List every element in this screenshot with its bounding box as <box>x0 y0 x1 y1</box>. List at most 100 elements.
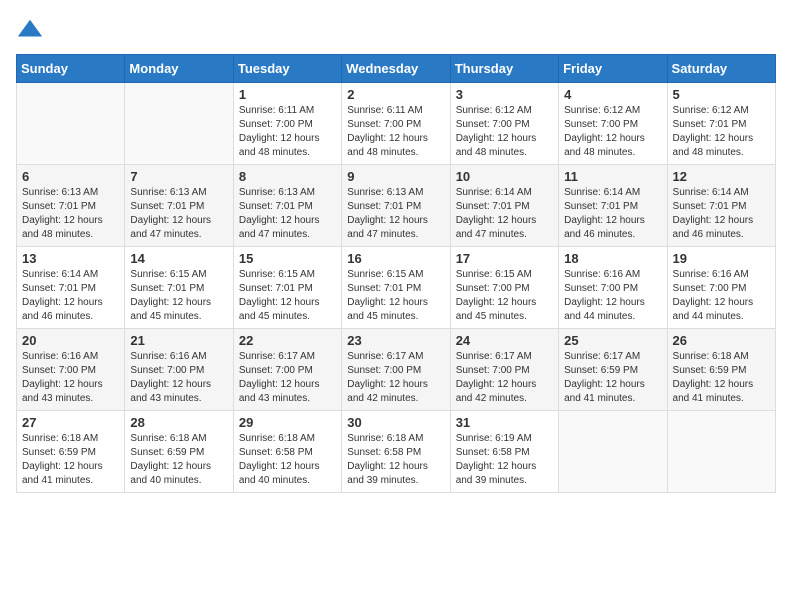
day-info: Sunrise: 6:16 AMSunset: 7:00 PMDaylight:… <box>22 350 119 406</box>
day-number: 21 <box>130 333 227 348</box>
calendar-week-2: 6 Sunrise: 6:13 AMSunset: 7:01 PMDaylight… <box>17 165 776 247</box>
header-monday: Monday <box>125 55 233 83</box>
day-info: Sunrise: 6:11 AMSunset: 7:00 PMDaylight:… <box>347 104 444 160</box>
day-number: 23 <box>347 333 444 348</box>
calendar-cell <box>17 83 125 165</box>
day-number: 26 <box>673 333 770 348</box>
day-info: Sunrise: 6:13 AMSunset: 7:01 PMDaylight:… <box>130 186 227 242</box>
day-number: 10 <box>456 169 553 184</box>
day-number: 31 <box>456 415 553 430</box>
day-number: 24 <box>456 333 553 348</box>
day-info: Sunrise: 6:13 AMSunset: 7:01 PMDaylight:… <box>347 186 444 242</box>
calendar-cell <box>125 83 233 165</box>
calendar-cell: 22 Sunrise: 6:17 AMSunset: 7:00 PMDayligh… <box>233 329 341 411</box>
day-number: 19 <box>673 251 770 266</box>
day-number: 6 <box>22 169 119 184</box>
calendar-cell: 17 Sunrise: 6:15 AMSunset: 7:00 PMDayligh… <box>450 247 558 329</box>
day-number: 15 <box>239 251 336 266</box>
day-number: 4 <box>564 87 661 102</box>
calendar-cell: 26Sunrise: 6:18 AMSunset: 6:59 PMDayligh… <box>667 329 775 411</box>
calendar-week-5: 27 Sunrise: 6:18 AMSunset: 6:59 PMDayligh… <box>17 411 776 493</box>
day-number: 30 <box>347 415 444 430</box>
calendar-cell: 1 Sunrise: 6:11 AMSunset: 7:00 PMDaylight… <box>233 83 341 165</box>
day-info: Sunrise: 6:15 AMSunset: 7:00 PMDaylight:… <box>456 268 553 324</box>
calendar-cell: 27 Sunrise: 6:18 AMSunset: 6:59 PMDayligh… <box>17 411 125 493</box>
day-info: Sunrise: 6:13 AMSunset: 7:01 PMDaylight:… <box>22 186 119 242</box>
calendar-cell: 18 Sunrise: 6:16 AMSunset: 7:00 PMDayligh… <box>559 247 667 329</box>
day-number: 14 <box>130 251 227 266</box>
day-info: Sunrise: 6:14 AMSunset: 7:01 PMDaylight:… <box>22 268 119 324</box>
calendar-cell: 10 Sunrise: 6:14 AMSunset: 7:01 PMDayligh… <box>450 165 558 247</box>
calendar-cell: 7Sunrise: 6:13 AMSunset: 7:01 PMDaylight… <box>125 165 233 247</box>
calendar-cell: 24 Sunrise: 6:17 AMSunset: 7:00 PMDayligh… <box>450 329 558 411</box>
day-number: 25 <box>564 333 661 348</box>
day-info: Sunrise: 6:14 AMSunset: 7:01 PMDaylight:… <box>673 186 770 242</box>
day-info: Sunrise: 6:18 AMSunset: 6:58 PMDaylight:… <box>239 432 336 488</box>
header-friday: Friday <box>559 55 667 83</box>
day-number: 9 <box>347 169 444 184</box>
page-header <box>16 16 776 44</box>
calendar-cell: 14 Sunrise: 6:15 AMSunset: 7:01 PMDayligh… <box>125 247 233 329</box>
day-number: 1 <box>239 87 336 102</box>
calendar-cell: 23Sunrise: 6:17 AMSunset: 7:00 PMDayligh… <box>342 329 450 411</box>
day-info: Sunrise: 6:16 AMSunset: 7:00 PMDaylight:… <box>564 268 661 324</box>
calendar-cell: 16 Sunrise: 6:15 AMSunset: 7:01 PMDayligh… <box>342 247 450 329</box>
header-saturday: Saturday <box>667 55 775 83</box>
day-info: Sunrise: 6:15 AMSunset: 7:01 PMDaylight:… <box>239 268 336 324</box>
logo <box>16 16 48 44</box>
calendar-cell: 3 Sunrise: 6:12 AMSunset: 7:00 PMDaylight… <box>450 83 558 165</box>
day-info: Sunrise: 6:17 AMSunset: 6:59 PMDaylight:… <box>564 350 661 406</box>
calendar-cell: 30Sunrise: 6:18 AMSunset: 6:58 PMDayligh… <box>342 411 450 493</box>
calendar-header-row: SundayMondayTuesdayWednesdayThursdayFrid… <box>17 55 776 83</box>
day-number: 29 <box>239 415 336 430</box>
day-number: 3 <box>456 87 553 102</box>
day-number: 27 <box>22 415 119 430</box>
day-number: 18 <box>564 251 661 266</box>
day-info: Sunrise: 6:12 AMSunset: 7:00 PMDaylight:… <box>456 104 553 160</box>
day-number: 28 <box>130 415 227 430</box>
day-number: 17 <box>456 251 553 266</box>
day-info: Sunrise: 6:11 AMSunset: 7:00 PMDaylight:… <box>239 104 336 160</box>
calendar-cell: 9 Sunrise: 6:13 AMSunset: 7:01 PMDaylight… <box>342 165 450 247</box>
day-info: Sunrise: 6:13 AMSunset: 7:01 PMDaylight:… <box>239 186 336 242</box>
calendar-week-3: 13 Sunrise: 6:14 AMSunset: 7:01 PMDayligh… <box>17 247 776 329</box>
day-number: 8 <box>239 169 336 184</box>
day-number: 22 <box>239 333 336 348</box>
day-info: Sunrise: 6:15 AMSunset: 7:01 PMDaylight:… <box>130 268 227 324</box>
day-number: 16 <box>347 251 444 266</box>
day-number: 13 <box>22 251 119 266</box>
calendar-cell: 20Sunrise: 6:16 AMSunset: 7:00 PMDayligh… <box>17 329 125 411</box>
day-info: Sunrise: 6:17 AMSunset: 7:00 PMDaylight:… <box>239 350 336 406</box>
day-info: Sunrise: 6:19 AMSunset: 6:58 PMDaylight:… <box>456 432 553 488</box>
day-info: Sunrise: 6:15 AMSunset: 7:01 PMDaylight:… <box>347 268 444 324</box>
calendar-table: SundayMondayTuesdayWednesdayThursdayFrid… <box>16 54 776 493</box>
calendar-cell: 12Sunrise: 6:14 AMSunset: 7:01 PMDayligh… <box>667 165 775 247</box>
calendar-cell: 2Sunrise: 6:11 AMSunset: 7:00 PMDaylight… <box>342 83 450 165</box>
logo-icon <box>16 16 44 44</box>
day-number: 11 <box>564 169 661 184</box>
calendar-cell <box>559 411 667 493</box>
calendar-cell: 11Sunrise: 6:14 AMSunset: 7:01 PMDayligh… <box>559 165 667 247</box>
day-info: Sunrise: 6:12 AMSunset: 7:01 PMDaylight:… <box>673 104 770 160</box>
day-info: Sunrise: 6:12 AMSunset: 7:00 PMDaylight:… <box>564 104 661 160</box>
calendar-cell: 4 Sunrise: 6:12 AMSunset: 7:00 PMDaylight… <box>559 83 667 165</box>
header-tuesday: Tuesday <box>233 55 341 83</box>
calendar-cell <box>667 411 775 493</box>
calendar-cell: 31 Sunrise: 6:19 AMSunset: 6:58 PMDayligh… <box>450 411 558 493</box>
calendar-cell: 28 Sunrise: 6:18 AMSunset: 6:59 PMDayligh… <box>125 411 233 493</box>
calendar-week-1: 1 Sunrise: 6:11 AMSunset: 7:00 PMDaylight… <box>17 83 776 165</box>
day-info: Sunrise: 6:18 AMSunset: 6:59 PMDaylight:… <box>22 432 119 488</box>
calendar-cell: 8 Sunrise: 6:13 AMSunset: 7:01 PMDaylight… <box>233 165 341 247</box>
day-info: Sunrise: 6:17 AMSunset: 7:00 PMDaylight:… <box>456 350 553 406</box>
day-number: 5 <box>673 87 770 102</box>
day-info: Sunrise: 6:16 AMSunset: 7:00 PMDaylight:… <box>130 350 227 406</box>
header-wednesday: Wednesday <box>342 55 450 83</box>
day-info: Sunrise: 6:18 AMSunset: 6:59 PMDaylight:… <box>130 432 227 488</box>
header-sunday: Sunday <box>17 55 125 83</box>
calendar-cell: 21 Sunrise: 6:16 AMSunset: 7:00 PMDayligh… <box>125 329 233 411</box>
calendar-cell: 15 Sunrise: 6:15 AMSunset: 7:01 PMDayligh… <box>233 247 341 329</box>
calendar-cell: 5 Sunrise: 6:12 AMSunset: 7:01 PMDaylight… <box>667 83 775 165</box>
calendar-cell: 25 Sunrise: 6:17 AMSunset: 6:59 PMDayligh… <box>559 329 667 411</box>
day-info: Sunrise: 6:14 AMSunset: 7:01 PMDaylight:… <box>456 186 553 242</box>
calendar-week-4: 20Sunrise: 6:16 AMSunset: 7:00 PMDayligh… <box>17 329 776 411</box>
